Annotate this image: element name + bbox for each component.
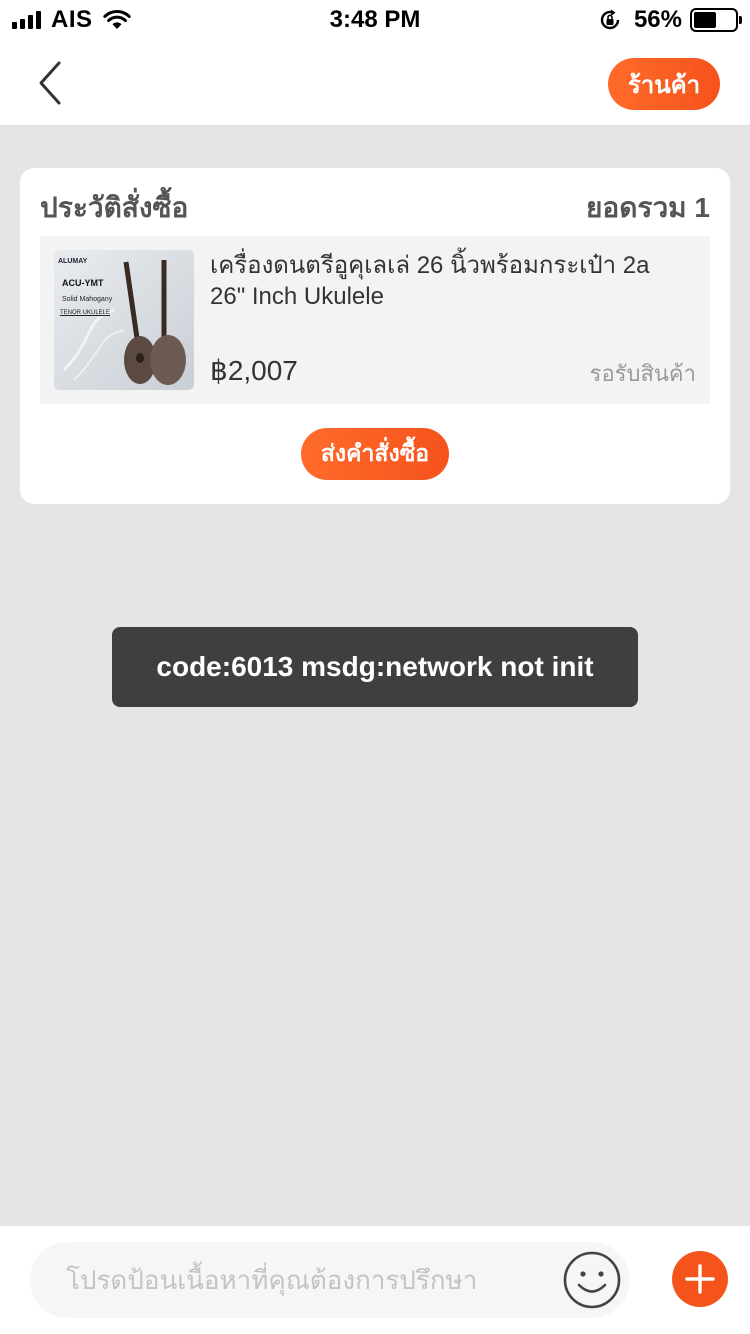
plus-icon xyxy=(685,1264,715,1294)
send-order-button[interactable]: ส่งคำสั่งซื้อ xyxy=(301,428,449,480)
product-image: ALUMAY ACU-YMT Solid Mahogany TENOR UKUL… xyxy=(54,250,194,390)
product-brand-text: ALUMAY xyxy=(58,258,88,265)
battery-icon xyxy=(690,8,742,32)
order-total: ยอดรวม 1 xyxy=(586,192,710,223)
ukulele-illustration xyxy=(54,250,194,390)
add-attachment-button[interactable] xyxy=(672,1251,728,1307)
order-status: รอรับสินค้า xyxy=(589,361,696,386)
nav-bar: ร้านค้า xyxy=(0,40,750,126)
back-button[interactable] xyxy=(30,58,70,108)
product-material-text: Solid Mahogany xyxy=(62,296,113,303)
product-type-text: TENOR UKULELE xyxy=(60,310,111,316)
order-history-card: ประวัติสั่งซื้อ ยอดรวม 1 ALUMAY ACU-YMT … xyxy=(20,168,730,504)
order-history-title: ประวัติสั่งซื้อ xyxy=(40,192,189,223)
message-input-bar xyxy=(0,1226,750,1334)
rotation-lock-icon xyxy=(600,9,620,30)
status-right: 56% xyxy=(598,6,742,34)
shop-button[interactable]: ร้านค้า xyxy=(608,58,720,110)
chat-screen: AIS 3:48 PM 56% ร้านค้า ประวัติสั่งซื้อ … xyxy=(0,0,750,1334)
order-item[interactable]: ALUMAY ACU-YMT Solid Mahogany TENOR UKUL… xyxy=(40,236,710,404)
product-model-text: ACU-YMT xyxy=(62,278,104,288)
chevron-left-icon xyxy=(39,61,61,105)
product-price: ฿2,007 xyxy=(210,355,298,386)
status-bar: AIS 3:48 PM 56% xyxy=(0,0,750,40)
product-name: เครื่องดนตรีอูคุเลเล่ 26 นิ้วพร้อมกระเป๋… xyxy=(210,252,650,310)
message-input[interactable] xyxy=(30,1242,630,1318)
battery-percent: 56% xyxy=(633,6,682,33)
error-toast: code:6013 msdg:network not init xyxy=(112,627,638,707)
smiley-icon[interactable] xyxy=(562,1250,622,1310)
battery-fill xyxy=(694,12,717,28)
